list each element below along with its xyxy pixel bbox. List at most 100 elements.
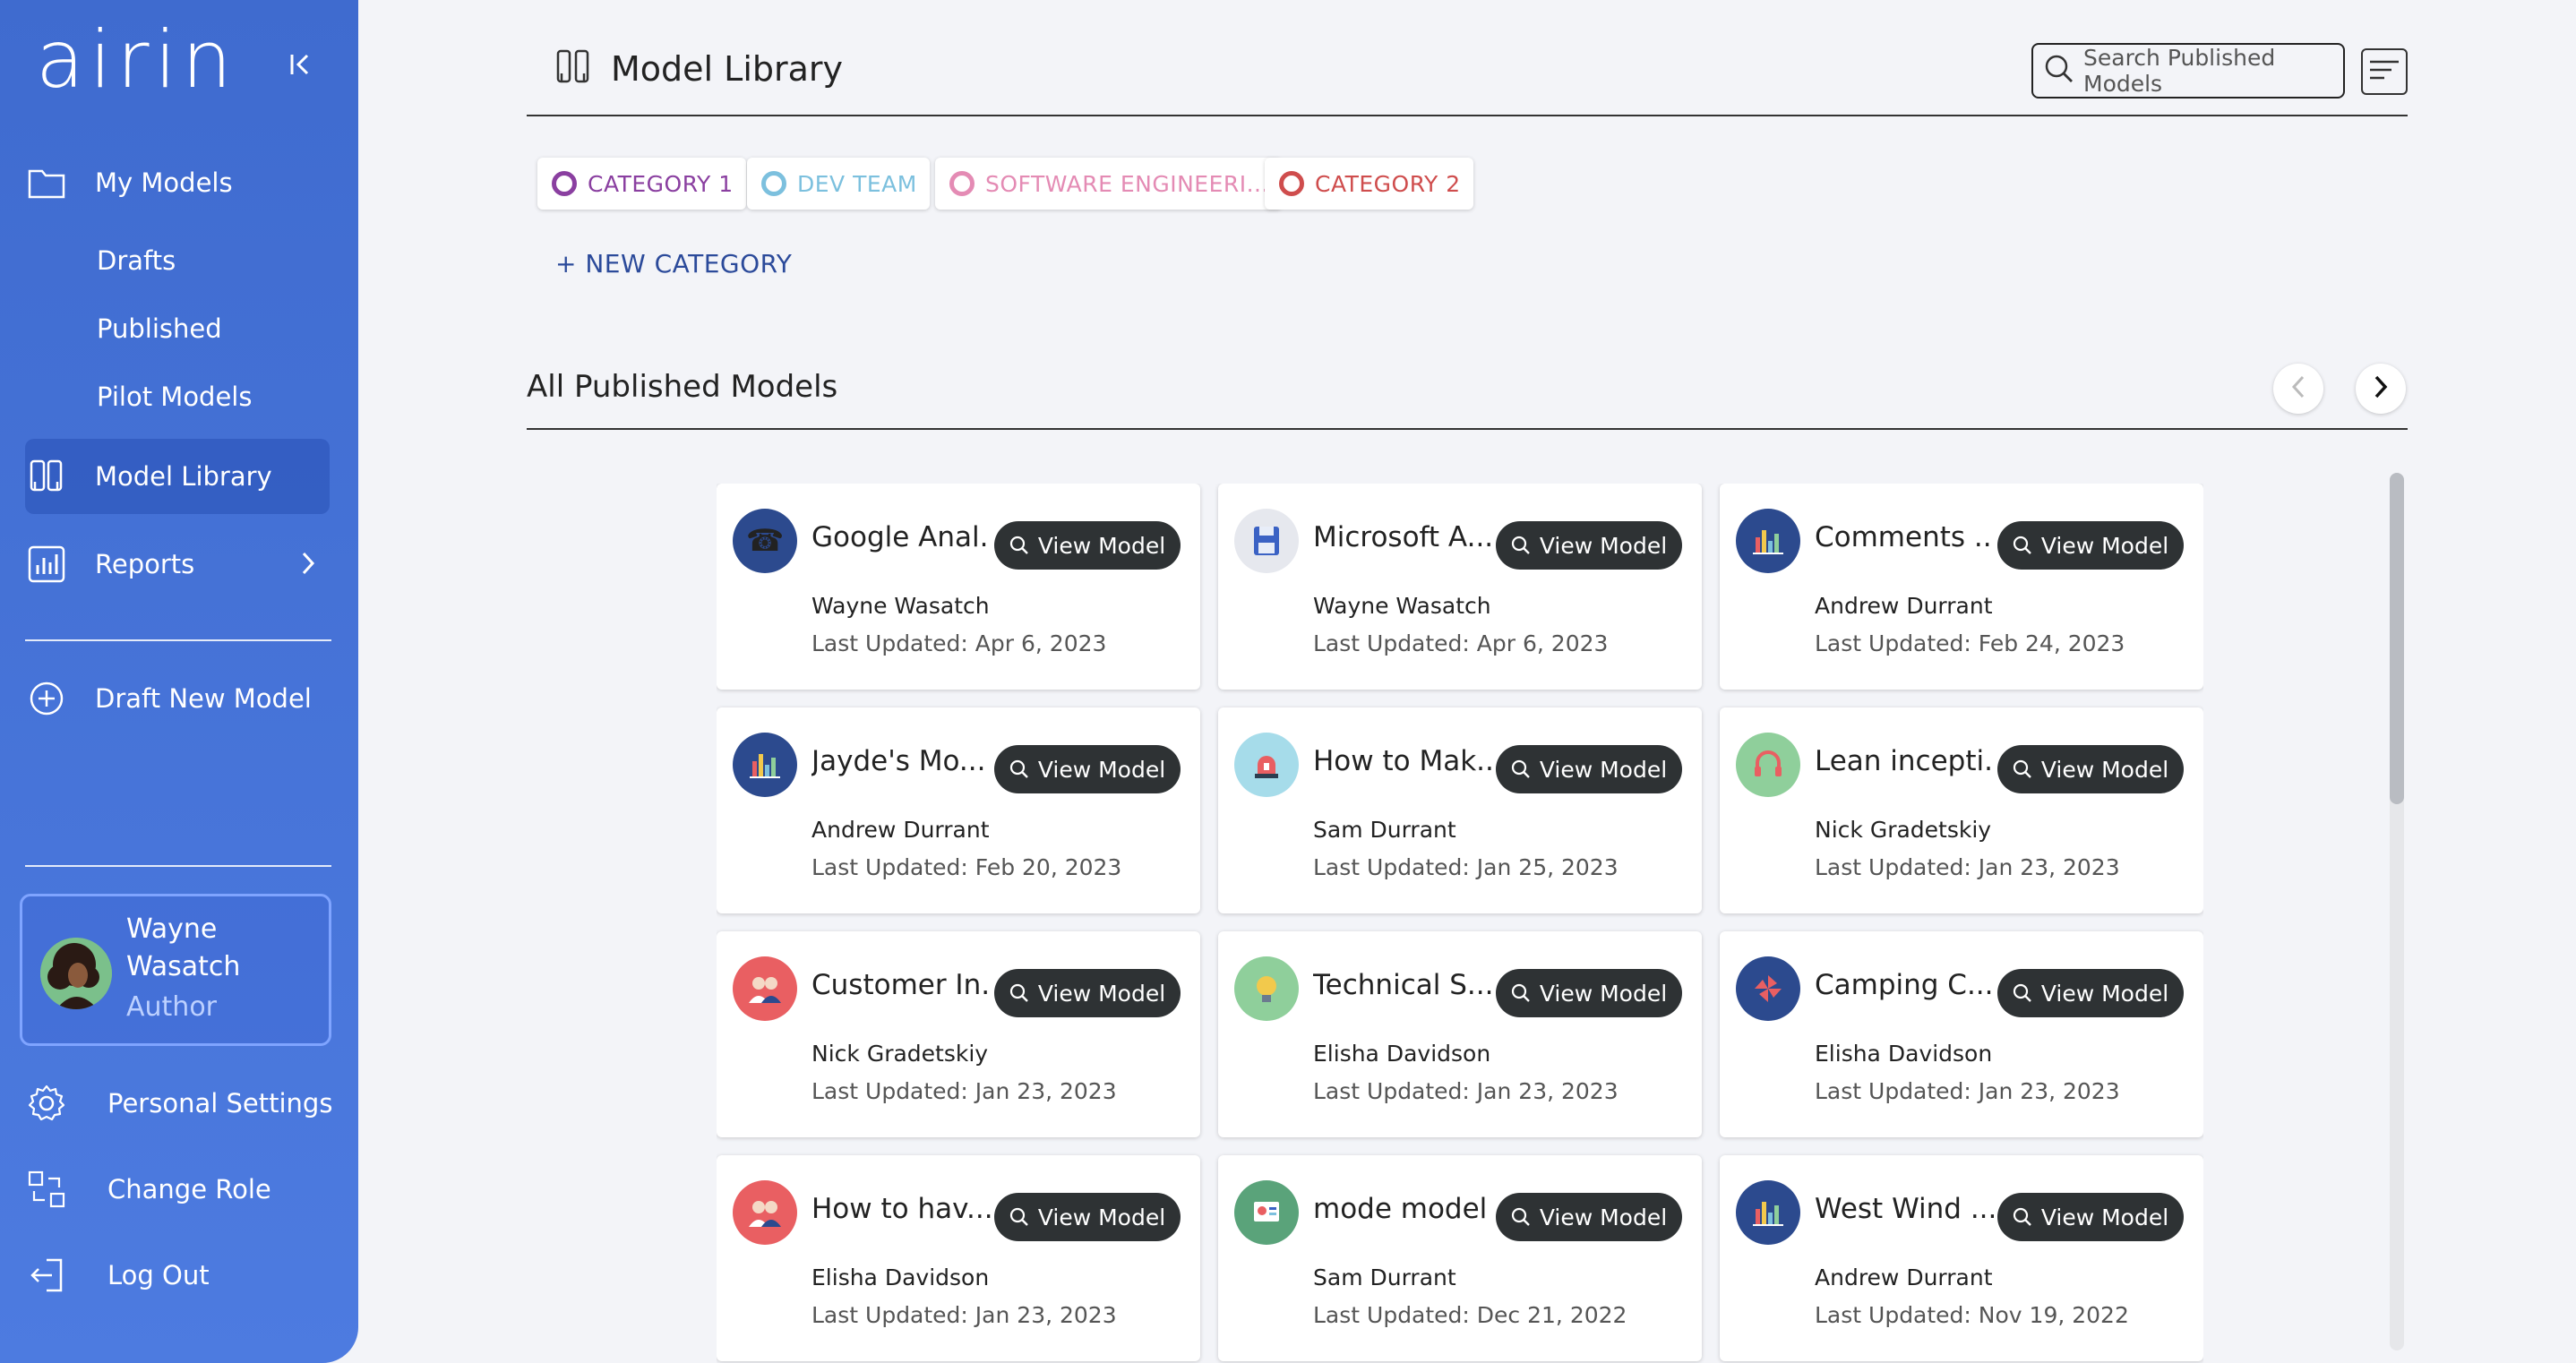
pinwheel-icon [1736, 956, 1800, 1021]
model-author: Nick Gradetskiy [811, 1041, 989, 1067]
model-name: Microsoft A... [1313, 521, 1492, 553]
search-icon [1009, 1207, 1028, 1226]
model-name: Jayde's Mo... [811, 745, 986, 777]
nav-personal-settings[interactable]: Personal Settings [25, 1076, 332, 1130]
filter-sort-button[interactable] [2361, 48, 2408, 95]
model-updated: Last Updated: Jan 23, 2023 [1313, 1078, 1619, 1104]
model-name: Google Anal... [811, 521, 991, 553]
model-name: Comments ... [1815, 521, 1994, 553]
chevron-left-icon [2288, 373, 2308, 404]
circle-icon [552, 171, 577, 196]
view-model-label: View Model [2040, 980, 2169, 1007]
view-model-button[interactable]: View Model [1496, 1193, 1682, 1241]
category-chip-label: CATEGORY 2 [1315, 170, 1461, 197]
airin-logo[interactable]: airin [36, 21, 237, 99]
sidebar-divider-2 [25, 865, 331, 867]
model-name: Lean incepti... [1815, 745, 1994, 777]
nav-pilot-models[interactable]: Pilot Models [97, 381, 252, 412]
model-card[interactable]: Camping C... View Model Elisha Davidson … [1720, 931, 2203, 1137]
category-chip-2[interactable]: DEV TEAM [747, 158, 930, 210]
view-model-button[interactable]: View Model [994, 1193, 1181, 1241]
category-chip-label: CATEGORY 1 [588, 170, 734, 197]
folder-icon [25, 161, 68, 204]
view-model-button[interactable]: View Model [1496, 969, 1682, 1017]
model-author: Sam Durrant [1313, 1264, 1456, 1290]
model-name: West Wind ... [1815, 1193, 1994, 1225]
nav-reports[interactable]: Reports [25, 537, 321, 591]
model-name: Customer In... [811, 969, 991, 1001]
search-input[interactable]: Search Published Models [2031, 43, 2345, 99]
change-role-label: Change Role [107, 1174, 271, 1204]
model-author: Sam Durrant [1313, 817, 1456, 843]
nav-model-library[interactable]: Model Library [25, 450, 272, 503]
model-author: Andrew Durrant [811, 817, 990, 843]
model-updated: Last Updated: Apr 6, 2023 [1313, 630, 1609, 656]
model-updated: Last Updated: Nov 19, 2022 [1815, 1302, 2129, 1328]
collapse-sidebar-icon[interactable] [283, 47, 319, 82]
view-model-label: View Model [1037, 980, 1166, 1007]
view-model-button[interactable]: View Model [1997, 1193, 2184, 1241]
view-model-button[interactable]: View Model [994, 969, 1181, 1017]
view-model-button[interactable]: View Model [1997, 521, 2184, 570]
model-card[interactable]: Comments ... View Model Andrew Durrant L… [1720, 484, 2203, 690]
reports-icon [25, 543, 68, 586]
bar-chart-icon [733, 733, 797, 797]
scrollbar-thumb[interactable] [2390, 473, 2404, 804]
model-name: mode model [1313, 1193, 1488, 1225]
model-author: Wayne Wasatch [811, 593, 990, 619]
view-model-button[interactable]: View Model [1496, 745, 1682, 793]
view-model-button[interactable]: View Model [994, 745, 1181, 793]
model-author: Wayne Wasatch [1313, 593, 1491, 619]
view-model-label: View Model [1539, 756, 1668, 783]
sidebar-divider [25, 639, 331, 641]
headset-icon [1736, 733, 1800, 797]
avatar [40, 938, 112, 1009]
model-card[interactable]: How to Mak... View Model Sam Durrant Las… [1218, 707, 1702, 913]
chevron-right-icon [2371, 373, 2391, 404]
model-updated: Last Updated: Dec 21, 2022 [1313, 1302, 1627, 1328]
model-author: Nick Gradetskiy [1815, 817, 1992, 843]
nav-log-out[interactable]: Log Out [25, 1248, 210, 1302]
model-card[interactable]: Jayde's Mo... View Model Andrew Durrant … [717, 707, 1200, 913]
nav-change-role[interactable]: Change Role [25, 1162, 271, 1216]
user-card[interactable]: Wayne Wasatch Author [20, 894, 331, 1046]
search-icon [2013, 983, 2031, 1002]
page-title: Model Library [611, 49, 844, 89]
category-chip-label: DEV TEAM [797, 170, 917, 197]
search-placeholder: Search Published Models [2083, 45, 2276, 97]
view-model-button[interactable]: View Model [1997, 745, 2184, 793]
view-model-button[interactable]: View Model [1997, 969, 2184, 1017]
model-card[interactable]: Microsoft A... View Model Wayne Wasatch … [1218, 484, 1702, 690]
nav-published[interactable]: Published [97, 313, 222, 344]
model-card[interactable]: mode model View Model Sam Durrant Last U… [1218, 1155, 1702, 1361]
draft-new-model-button[interactable]: Draft New Model [25, 672, 312, 725]
library-icon [555, 48, 591, 90]
nav-my-models-label: My Models [95, 167, 233, 198]
category-chip-label: SOFTWARE ENGINEERI... [985, 170, 1269, 197]
category-chip-4[interactable]: CATEGORY 2 [1265, 158, 1473, 210]
model-card[interactable]: ☎ Google Anal... View Model Wayne Wasatc… [717, 484, 1200, 690]
section-title: All Published Models [527, 369, 838, 405]
model-card[interactable]: Technical S... View Model Elisha Davidso… [1218, 931, 1702, 1137]
nav-drafts[interactable]: Drafts [97, 245, 176, 276]
category-chip-1[interactable]: CATEGORY 1 [537, 158, 746, 210]
view-model-label: View Model [1539, 1204, 1668, 1230]
view-model-button[interactable]: View Model [1496, 521, 1682, 570]
model-updated: Last Updated: Feb 24, 2023 [1815, 630, 2125, 656]
view-model-button[interactable]: View Model [994, 521, 1181, 570]
people-icon [733, 1180, 797, 1245]
search-icon [1511, 536, 1530, 554]
bar-chart-icon [1736, 1180, 1800, 1245]
model-card[interactable]: Customer In... View Model Nick Gradetski… [717, 931, 1200, 1137]
next-page-button[interactable] [2356, 364, 2406, 414]
model-name: How to Mak... [1313, 745, 1492, 777]
category-chip-3[interactable]: SOFTWARE ENGINEERI... [935, 158, 1282, 210]
model-updated: Last Updated: Jan 23, 2023 [811, 1302, 1117, 1328]
model-card[interactable]: How to hav... View Model Elisha Davidson… [717, 1155, 1200, 1361]
new-category-button[interactable]: + NEW CATEGORY [555, 249, 792, 279]
model-card[interactable]: West Wind ... View Model Andrew Durrant … [1720, 1155, 2203, 1361]
model-card[interactable]: Lean incepti... View Model Nick Gradetsk… [1720, 707, 2203, 913]
nav-my-models[interactable]: My Models [25, 156, 233, 210]
model-updated: Last Updated: Jan 23, 2023 [811, 1078, 1117, 1104]
previous-page-button[interactable] [2273, 364, 2323, 414]
